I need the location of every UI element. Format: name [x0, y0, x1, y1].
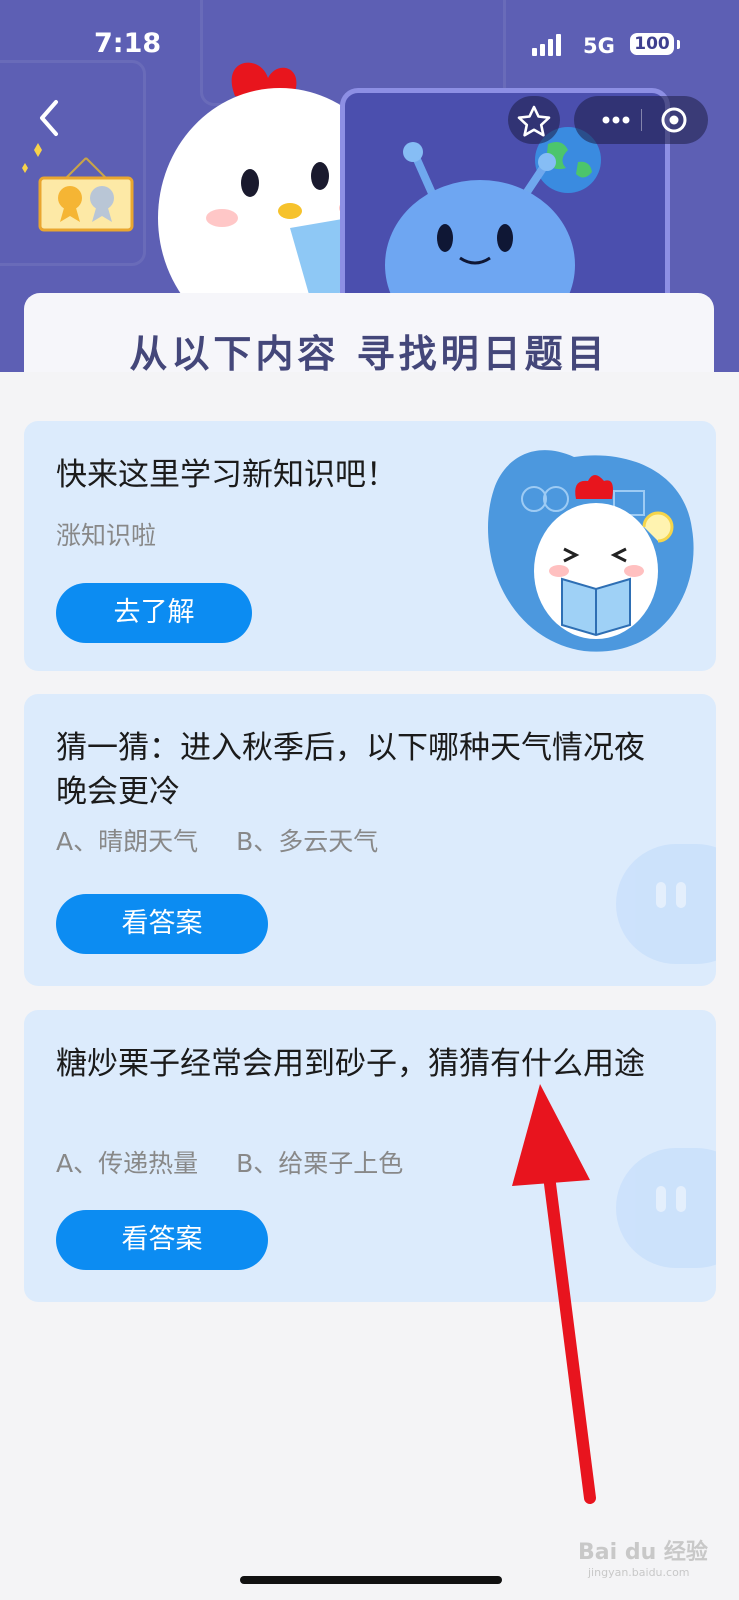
chat-bubble-icon: [616, 1148, 716, 1268]
status-bar: 7:18 5G 100: [0, 0, 739, 80]
baidu-watermark: Bai du 经验 jingyan.baidu.com: [578, 1534, 708, 1579]
star-icon: [517, 105, 551, 137]
reading-chick-illustration: [488, 450, 694, 652]
capsule-divider: [641, 109, 642, 131]
back-chevron-icon[interactable]: [30, 96, 70, 140]
option-a: A、传递热量: [56, 1149, 199, 1178]
medal-frame-icon: [22, 143, 134, 232]
chat-bubble-icon: [616, 844, 716, 964]
more-dots-icon[interactable]: [592, 96, 640, 144]
view-answer-button[interactable]: 看答案: [56, 894, 268, 954]
learn-more-button[interactable]: 去了解: [56, 583, 252, 643]
status-time: 7:18: [94, 28, 162, 59]
learn-card: 快来这里学习新知识吧！ 涨知识啦 去了解: [24, 421, 716, 671]
question-text: 糖炒栗子经常会用到砂子，猜猜有什么用途: [56, 1046, 645, 1082]
learn-card-subtitle: 涨知识啦: [56, 521, 157, 550]
title-panel: 从以下内容 寻找明日题目: [24, 293, 714, 372]
favorite-button[interactable]: [508, 96, 560, 144]
watermark-url: jingyan.baidu.com: [588, 1566, 690, 1579]
home-indicator[interactable]: [240, 1576, 502, 1584]
question-card: 猜一猜：进入秋季后，以下哪种天气情况夜晚会更冷 A、晴朗天气 B、多云天气 看答案: [24, 694, 716, 986]
capsule-menu: [574, 96, 708, 144]
view-answer-button[interactable]: 看答案: [56, 1210, 268, 1270]
header-banner: 7:18 5G 100 从以下内容 寻找明日题目: [0, 0, 739, 372]
close-target-icon[interactable]: [650, 96, 698, 144]
battery-icon: 100: [630, 33, 674, 55]
option-b: B、多云天气: [236, 827, 379, 856]
question-options: A、传递热量 B、给栗子上色: [56, 1144, 441, 1180]
question-text: 猜一猜：进入秋季后，以下哪种天气情况夜晚会更冷: [56, 730, 645, 810]
option-a: A、晴朗天气: [56, 827, 199, 856]
alien-mascot-illustration: [385, 142, 575, 300]
question-card: 糖炒栗子经常会用到砂子，猜猜有什么用途 A、传递热量 B、给栗子上色 看答案: [24, 1010, 716, 1302]
watermark-brand: Bai du 经验: [578, 1540, 708, 1565]
cellular-signal-icon: [532, 34, 562, 56]
network-type: 5G: [583, 34, 615, 58]
option-b: B、给栗子上色: [236, 1149, 404, 1178]
question-options: A、晴朗天气 B、多云天气: [56, 822, 416, 858]
page-title: 从以下内容 寻找明日题目: [129, 332, 609, 372]
battery-tip: [677, 40, 680, 49]
